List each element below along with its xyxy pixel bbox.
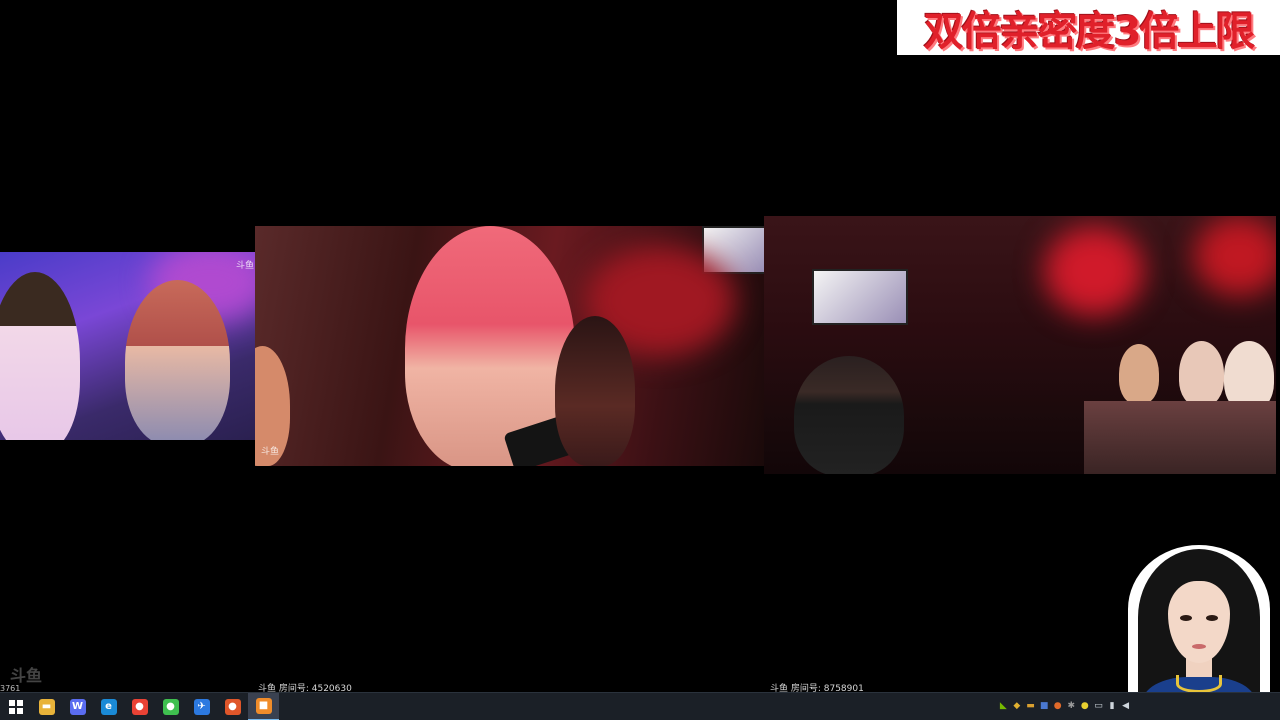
windows-logo-icon <box>8 699 23 714</box>
microphone-icon[interactable]: ▮ <box>1107 700 1118 713</box>
person-figure <box>125 280 230 440</box>
box-icon[interactable]: ■ <box>1039 700 1050 713</box>
promo-banner: 双倍亲密度3倍上限 <box>897 0 1280 55</box>
douyu-watermark: 斗鱼 <box>261 447 280 457</box>
green-chat-button[interactable]: ● <box>155 693 186 720</box>
file-explorer-icon: ▬ <box>38 698 55 715</box>
w-app-icon: W <box>69 698 86 715</box>
edge-browser-button[interactable]: e <box>93 693 124 720</box>
avatar-eye <box>1206 615 1218 621</box>
system-tray: ◣ ◆ ▬ ■ ● ✱ ● ▭ ▮ ◀ <box>996 692 1131 720</box>
person-figure <box>0 272 80 440</box>
bird-app-button[interactable]: ✈ <box>186 693 217 720</box>
person-figure <box>1119 344 1159 404</box>
orange-tray-icon[interactable]: ● <box>1052 700 1063 713</box>
table <box>1084 401 1276 474</box>
obs-app-button[interactable]: ■ <box>248 692 279 720</box>
stage-light <box>1194 216 1276 296</box>
nvidia-icon[interactable]: ◣ <box>998 700 1009 713</box>
avatar-mouth <box>1192 644 1206 649</box>
orange-app-button[interactable]: ● <box>217 693 248 720</box>
chrome-browser-button[interactable]: ● <box>124 693 155 720</box>
chrome-browser-icon: ● <box>131 698 148 715</box>
edge-browser-icon: e <box>100 698 117 715</box>
orange-app-icon: ● <box>224 698 241 715</box>
w-app-button[interactable]: W <box>62 693 93 720</box>
stream-left-video[interactable]: 斗鱼 <box>0 252 255 440</box>
person-figure <box>1179 341 1224 406</box>
taskbar-apps: ▬ We ● ● ✈ ● ■ <box>31 692 279 720</box>
windows-start-icon[interactable] <box>0 693 31 720</box>
obs-app-icon: ■ <box>255 697 272 714</box>
folder-icon[interactable]: ▬ <box>1025 700 1036 713</box>
person-figure <box>794 356 904 474</box>
gear-icon[interactable]: ✱ <box>1066 700 1077 713</box>
douyu-logo: 斗鱼 <box>10 666 43 685</box>
stream-right-video[interactable] <box>764 216 1276 474</box>
volume-icon[interactable]: ◀ <box>1120 700 1131 713</box>
file-explorer-button[interactable]: ▬ <box>31 693 62 720</box>
avatar-collar <box>1176 675 1222 693</box>
network-icon[interactable]: ▭ <box>1093 700 1104 713</box>
bird-app-icon: ✈ <box>193 698 210 715</box>
yellow-tray-icon[interactable]: ● <box>1080 700 1091 713</box>
stage-light <box>1044 226 1144 316</box>
stream-center-video[interactable]: 斗鱼 <box>255 226 764 466</box>
avatar-eye <box>1180 615 1192 621</box>
shield-icon[interactable]: ◆ <box>1012 700 1023 713</box>
tv-screen <box>812 269 908 325</box>
green-chat-icon: ● <box>162 698 179 715</box>
douyu-watermark: 斗鱼 <box>236 261 255 271</box>
person-figure <box>555 316 635 466</box>
promo-banner-text: 双倍亲密度3倍上限 <box>923 8 1256 55</box>
